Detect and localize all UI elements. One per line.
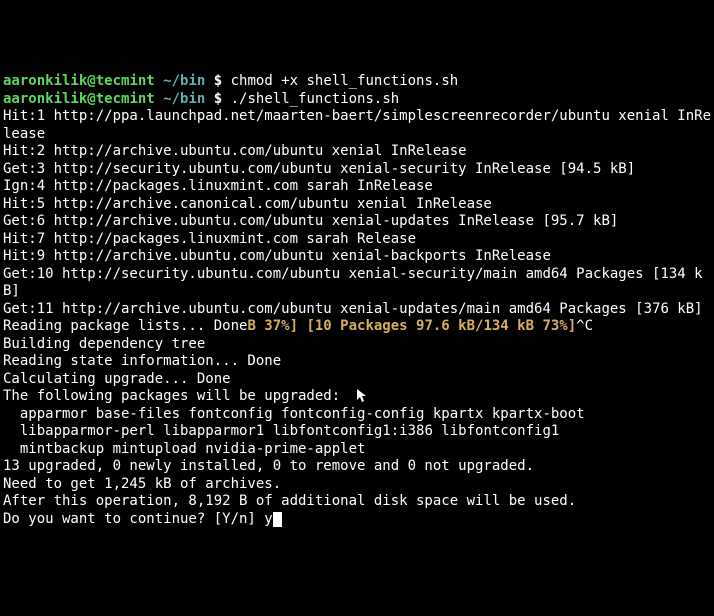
cursor-arrow-icon	[357, 389, 367, 403]
username: aaronkilik	[3, 73, 87, 89]
prompt-line-1: aaronkilik@tecmint ~/bin $ chmod +x shel…	[3, 73, 711, 91]
output-line: Hit:1 http://ppa.launchpad.net/maarten-b…	[3, 108, 711, 143]
output-line: apparmor base-files fontconfig fontconfi…	[3, 406, 711, 424]
output-line: Need to get 1,245 kB of archives.	[3, 476, 711, 494]
hostname: tecmint	[96, 91, 155, 107]
output-line: Get:10 http://security.ubuntu.com/ubuntu…	[3, 266, 711, 301]
command-text: chmod +x shell_functions.sh	[231, 73, 459, 89]
output-line: Hit:7 http://packages.linuxmint.com sara…	[3, 231, 711, 249]
output-line: Get:6 http://archive.ubuntu.com/ubuntu x…	[3, 213, 711, 231]
output-line: Reading state information... Done	[3, 353, 711, 371]
at-sign: @	[87, 91, 95, 107]
cursor-block-icon	[273, 512, 282, 527]
output-line: Hit:5 http://archive.canonical.com/ubunt…	[3, 196, 711, 214]
prompt-dollar: $	[214, 91, 231, 107]
output-line: After this operation, 8,192 B of additio…	[3, 493, 711, 511]
progress-text: B 37%] [10 Packages 97.6 kB/134 kB 73%]	[247, 318, 576, 334]
output-line: Ign:4 http://packages.linuxmint.com sara…	[3, 178, 711, 196]
output-line: The following packages will be upgraded:	[3, 388, 711, 406]
output-line: mintbackup mintupload nvidia-prime-apple…	[3, 441, 711, 459]
output-line: Hit:9 http://archive.ubuntu.com/ubuntu x…	[3, 248, 711, 266]
output-line: Building dependency tree	[3, 336, 711, 354]
output-line: Hit:2 http://archive.ubuntu.com/ubuntu x…	[3, 143, 711, 161]
continue-prompt-line[interactable]: Do you want to continue? [Y/n] y	[3, 511, 711, 529]
continue-prompt: Do you want to continue? [Y/n]	[3, 511, 264, 527]
output-line: libapparmor-perl libapparmor1 libfontcon…	[3, 423, 711, 441]
cwd-path: ~/bin	[155, 91, 214, 107]
reading-lists: Reading package lists... Done	[3, 318, 247, 334]
output-line: 13 upgraded, 0 newly installed, 0 to rem…	[3, 458, 711, 476]
prompt-line-2: aaronkilik@tecmint ~/bin $ ./shell_funct…	[3, 91, 711, 109]
output-line: Get:3 http://security.ubuntu.com/ubuntu …	[3, 161, 711, 179]
at-sign: @	[87, 73, 95, 89]
cwd-path: ~/bin	[155, 73, 214, 89]
output-line: Get:11 http://archive.ubuntu.com/ubuntu …	[3, 301, 711, 319]
output-line: Calculating upgrade... Done	[3, 371, 711, 389]
ctrl-c: ^C	[576, 318, 593, 334]
prompt-dollar: $	[214, 73, 231, 89]
command-text: ./shell_functions.sh	[231, 91, 400, 107]
user-input: y	[264, 511, 272, 527]
username: aaronkilik	[3, 91, 87, 107]
upgrade-header: The following packages will be upgraded:	[3, 388, 340, 404]
hostname: tecmint	[96, 73, 155, 89]
output-line: Reading package lists... DoneB 37%] [10 …	[3, 318, 711, 336]
